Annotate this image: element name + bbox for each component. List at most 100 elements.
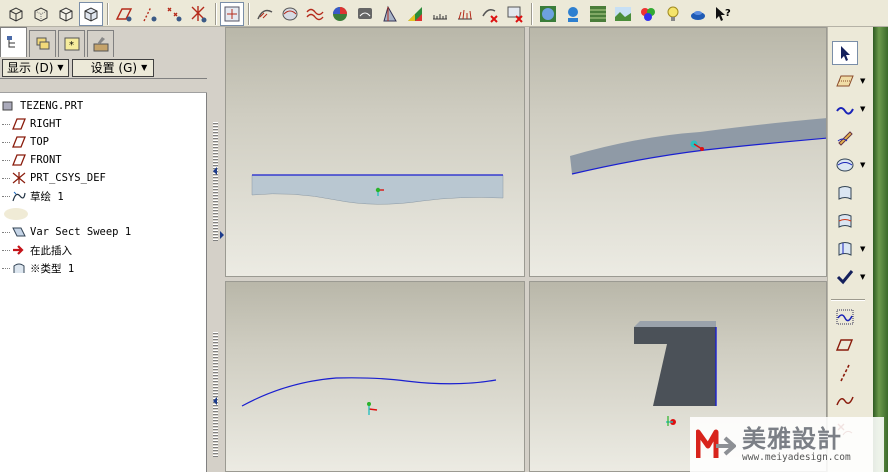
isometric-view-canvas [570, 118, 826, 175]
layers-tab[interactable] [29, 30, 56, 57]
tree-item-label: PRT_CSYS_DEF [30, 172, 106, 184]
wave-curve-icon[interactable] [832, 305, 858, 329]
coordinate-system-display-icon[interactable] [187, 2, 211, 26]
meiya-logo-icon [696, 429, 736, 458]
analysis-close-icon[interactable] [503, 2, 527, 26]
tree-item-hidden[interactable] [0, 205, 207, 223]
front-view-canvas [251, 174, 504, 205]
tree-connector [2, 231, 10, 233]
analysis-wave-icon[interactable] [303, 2, 327, 26]
coordinate-system-icon [10, 170, 28, 186]
surface-feature-icon [10, 260, 28, 276]
feature-toolbar: ▼ ▼ ▼ ▼ ▼ [827, 27, 873, 472]
analysis-color-sphere-icon[interactable] [328, 2, 352, 26]
spin-center-icon[interactable] [220, 1, 244, 26]
tree-item-sweep[interactable]: Var Sect Sweep 1 [0, 223, 207, 241]
chevron-down-icon: ▼ [57, 63, 64, 72]
sketched-curve-tool-icon[interactable] [832, 97, 858, 121]
view-wireframe-cube-icon[interactable] [29, 2, 53, 26]
plane-icon[interactable] [832, 333, 858, 357]
isometric-view[interactable] [529, 27, 827, 277]
insert-here-arrow-icon [10, 242, 28, 258]
tree-column-header [0, 79, 207, 93]
tree-connector [2, 267, 10, 269]
svg-text:*: * [69, 40, 74, 51]
tools-icon [93, 37, 108, 52]
tree-connector [2, 177, 10, 179]
analysis-draft-icon[interactable] [378, 2, 402, 26]
model-person-icon[interactable] [561, 2, 585, 26]
top-view[interactable] [225, 281, 525, 472]
main-toolbar: ? [0, 0, 888, 27]
check-done-icon[interactable] [832, 265, 858, 289]
top-view-canvas [241, 377, 497, 415]
analysis-curvature-icon[interactable] [453, 2, 477, 26]
model-tree-icon [6, 35, 15, 47]
watermark-url: www.meiyadesign.com [742, 452, 851, 463]
dropdown-caret-icon[interactable]: ▼ [860, 161, 865, 169]
datum-plane-tool-icon[interactable] [832, 69, 858, 93]
tools-tab[interactable] [87, 30, 114, 57]
sweep-surface [634, 327, 716, 406]
analysis-color-area-icon[interactable] [403, 2, 427, 26]
tree-connector [2, 141, 10, 143]
analysis-delete-icon[interactable] [478, 2, 502, 26]
sash-grip[interactable] [213, 122, 218, 242]
dashed-line-icon[interactable] [832, 361, 858, 385]
color-wheel-icon[interactable] [636, 2, 660, 26]
favorites-tab[interactable]: * [58, 30, 85, 57]
tree-item-label: ※类型 1 [30, 262, 75, 275]
appearance-teapot-icon[interactable] [686, 2, 710, 26]
view-shaded-cube-icon[interactable] [4, 2, 28, 26]
tree-item-right[interactable]: RIGHT [0, 115, 207, 133]
analysis-ruler-icon[interactable] [428, 2, 452, 26]
model-sphere-icon[interactable] [536, 2, 560, 26]
surface-trim-icon[interactable] [832, 237, 858, 261]
dropdown-caret-icon[interactable]: ▼ [860, 245, 865, 253]
svg-text:?: ? [725, 8, 731, 19]
front-view[interactable] [225, 27, 525, 277]
curve-on-surface-icon[interactable] [832, 209, 858, 233]
show-menu[interactable]: 显示 (D) ▼ [2, 58, 69, 77]
model-landscape-icon[interactable] [611, 2, 635, 26]
dropdown-caret-icon[interactable]: ▼ [860, 77, 865, 85]
toolbar-separator [248, 2, 250, 25]
pen-sketch-icon[interactable] [832, 125, 858, 149]
tree-item-insert-here[interactable]: 在此插入 [0, 241, 207, 259]
datum-plane-display-icon[interactable] [112, 2, 136, 26]
curve-icon[interactable] [832, 389, 858, 413]
context-help-icon[interactable]: ? [711, 2, 735, 26]
settings-menu[interactable]: 设置 (G) ▼ [71, 58, 155, 77]
sash-grip[interactable] [213, 332, 218, 457]
select-arrow-icon[interactable] [832, 41, 858, 65]
model-tree-tab[interactable] [0, 27, 27, 57]
collapse-arrow-icon[interactable] [211, 167, 219, 175]
tree-item-front[interactable]: FRONT [0, 151, 207, 169]
tree-item-surface[interactable]: ※类型 1 [0, 259, 207, 277]
panel-sash[interactable] [207, 27, 224, 472]
desktop-edge [873, 27, 888, 472]
tree-item-sketch[interactable]: 草绘 1 [0, 187, 207, 205]
tree-connector [2, 123, 10, 125]
collapse-arrow-icon[interactable] [211, 397, 219, 405]
tree-item-part[interactable]: TEZENG.PRT [0, 97, 207, 115]
tree-item-top[interactable]: TOP [0, 133, 207, 151]
analysis-surface-icon[interactable] [278, 2, 302, 26]
tree-connector [2, 159, 10, 161]
dropdown-caret-icon[interactable]: ▼ [860, 105, 865, 113]
datum-plane-icon [10, 152, 28, 168]
datum-axis-display-icon[interactable] [137, 2, 161, 26]
tree-item-csys[interactable]: PRT_CSYS_DEF [0, 169, 207, 187]
datum-point-display-icon[interactable] [162, 2, 186, 26]
analysis-curve-icon[interactable] [253, 2, 277, 26]
view-hidden-cube-icon[interactable] [54, 2, 78, 26]
analysis-shading-icon[interactable] [353, 2, 377, 26]
dropdown-caret-icon[interactable]: ▼ [860, 273, 865, 281]
boundary-surface-icon[interactable] [832, 181, 858, 205]
model-tree: TEZENG.PRT RIGHT TOP FRONT PRT_CSYS_DEF … [0, 97, 207, 277]
style-surface-icon[interactable] [832, 153, 858, 177]
light-bulb-icon[interactable] [661, 2, 685, 26]
tree-item-label: RIGHT [30, 118, 62, 130]
model-texture-icon[interactable] [586, 2, 610, 26]
view-no-hidden-cube-icon[interactable] [79, 1, 103, 26]
